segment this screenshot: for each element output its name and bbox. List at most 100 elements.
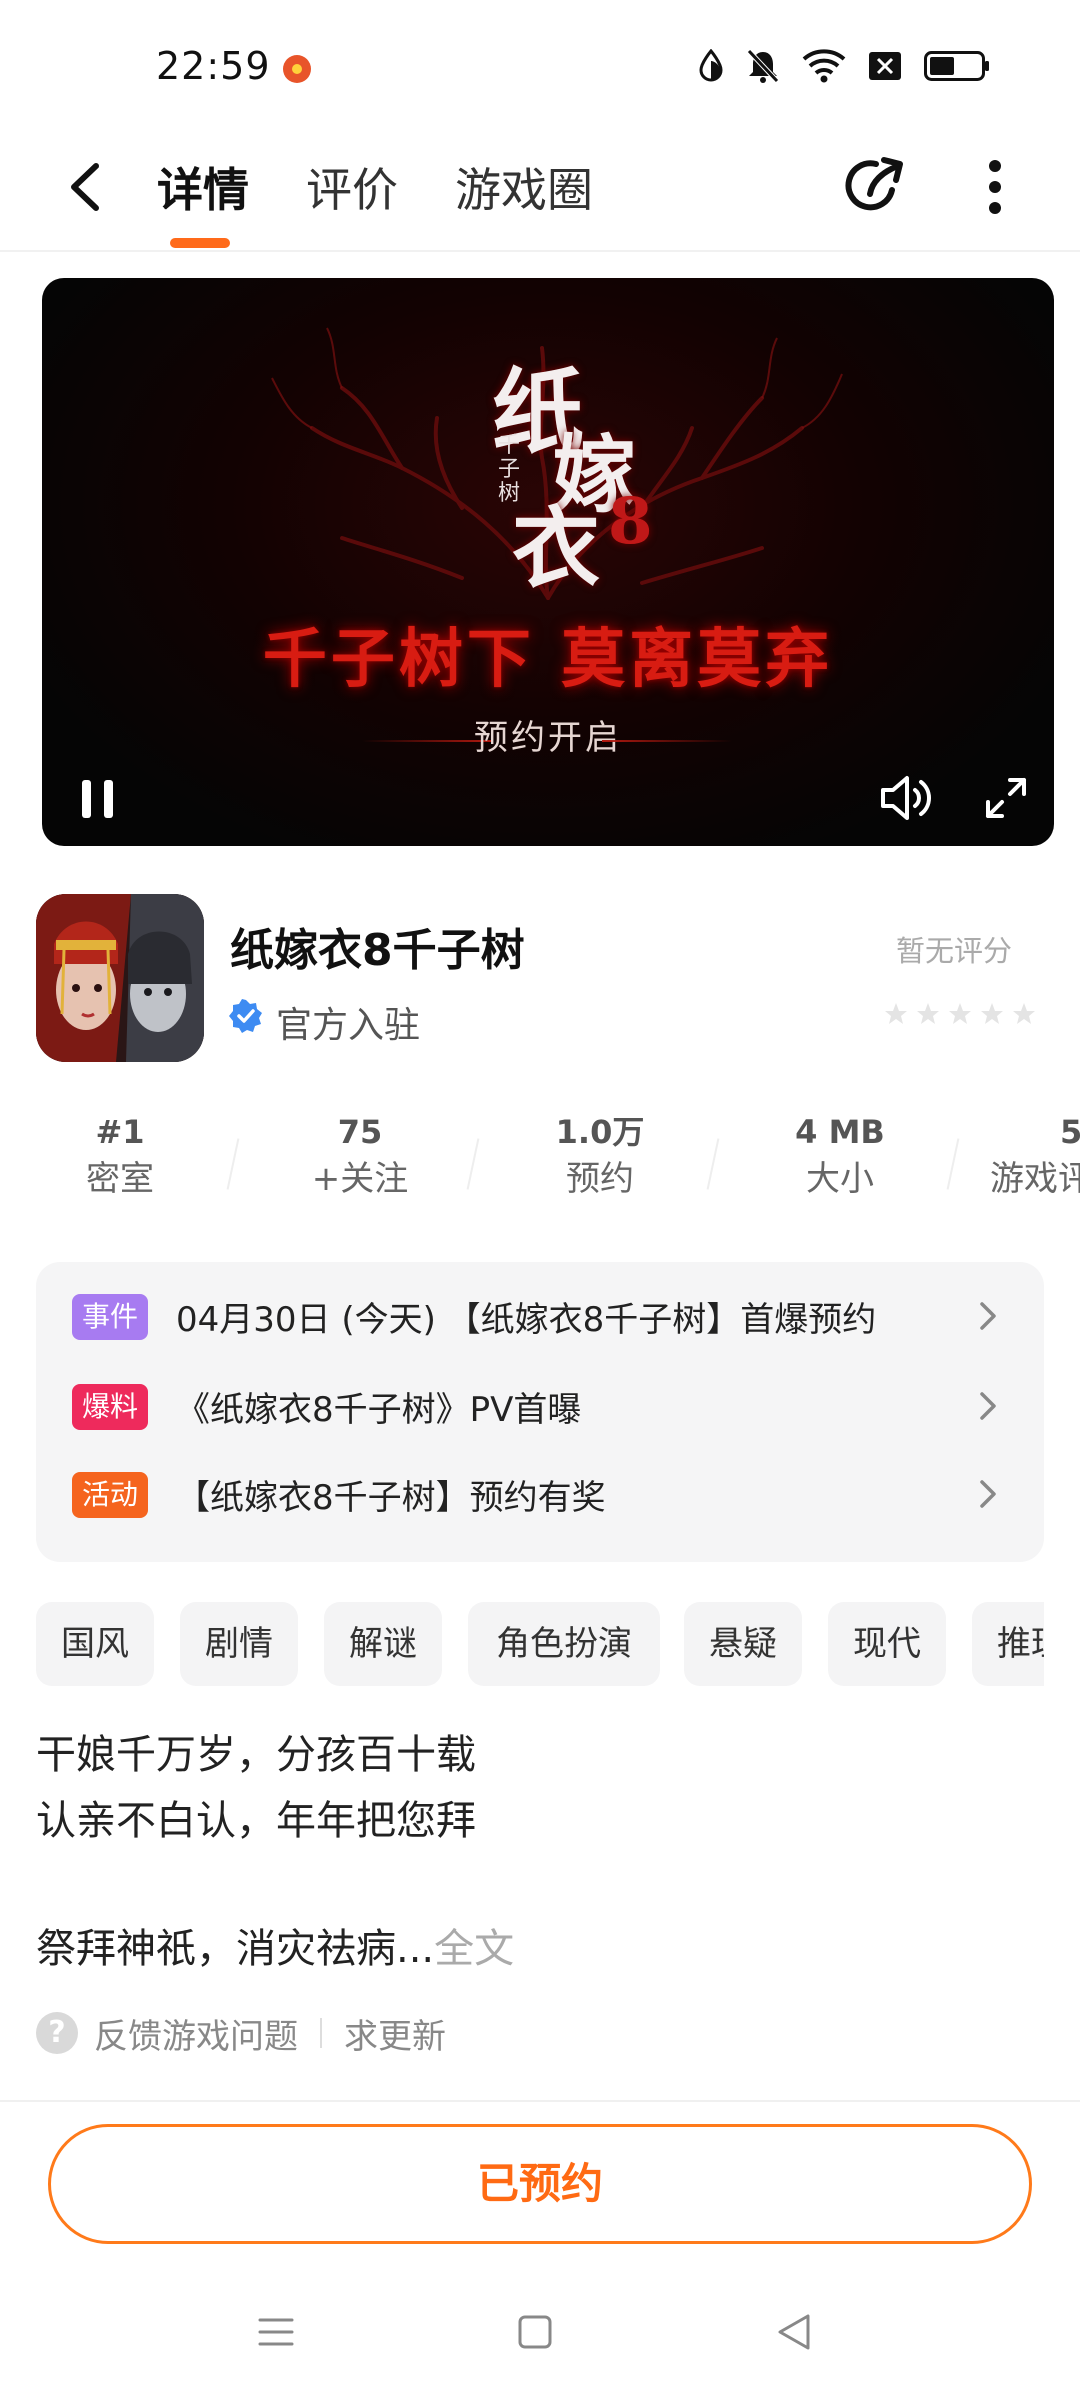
news-tag-event: 事件: [72, 1294, 149, 1340]
mute-icon: [747, 49, 779, 83]
volume-icon[interactable]: [877, 772, 933, 824]
stat-divider: [946, 1138, 960, 1190]
feedback-row: ? 反馈游戏问题 求更新: [36, 2006, 446, 2060]
battery-icon: [924, 51, 989, 81]
feedback-divider: [320, 2018, 322, 2048]
status-bar: 22:59: [0, 0, 1080, 130]
tab-details[interactable]: 详情: [157, 154, 249, 220]
stat-game-reviews[interactable]: 5 游戏评: [980, 1110, 1080, 1204]
news-text: 《纸嫁衣8千子树》PV首曝: [176, 1390, 582, 1430]
chevron-right-icon: [980, 1392, 996, 1420]
news-text: 【纸嫁衣8千子树】预约有奖: [176, 1478, 606, 1518]
stat-divider: [226, 1138, 240, 1190]
stats-row: #1 密室 75 +关注 1.0万 预约 4 MB 大小 5 游戏评: [0, 1110, 1080, 1220]
news-card: 事件 04月30日 (今天) 【纸嫁衣8千子树】首爆预约 爆料 《纸嫁衣8千子树…: [36, 1262, 1044, 1562]
game-icon-art: [36, 894, 204, 1062]
rating-text: 暂无评分: [896, 934, 1013, 968]
news-text: 04月30日 (今天) 【纸嫁衣8千子树】首爆预约: [176, 1300, 877, 1340]
news-tag-activity: 活动: [72, 1472, 149, 1518]
tag-chip[interactable]: 解谜: [324, 1602, 442, 1686]
stat-reservations-label: 预约: [566, 1159, 634, 1199]
request-update-link[interactable]: 求更新: [344, 2009, 446, 2058]
stat-rank-value: #1: [95, 1113, 145, 1151]
chevron-right-icon: [980, 1480, 996, 1508]
stat-rank-label: 密室: [86, 1159, 154, 1199]
report-issue-link[interactable]: 反馈游戏问题: [94, 2009, 298, 2058]
game-description: 干娘千万岁，分孩百十载 认亲不白认，年年把您拜 祭拜神祇，消灾祛病...全文: [36, 1722, 1036, 1982]
fullscreen-icon[interactable]: [982, 774, 1030, 822]
tag-chip[interactable]: 悬疑: [684, 1602, 802, 1686]
stat-reservations-value: 1.0万: [555, 1113, 645, 1151]
stat-size-label: 大小: [806, 1159, 874, 1199]
star-icon: [949, 1003, 971, 1024]
stat-follow-value: 75: [337, 1113, 383, 1151]
data-saver-icon: [699, 49, 723, 82]
stat-follow[interactable]: 75 +关注: [260, 1110, 460, 1204]
top-nav: 详情 评价 游戏圈: [0, 130, 1080, 252]
star-icon: [917, 1003, 939, 1024]
home-icon[interactable]: [517, 2312, 553, 2352]
game-title: 纸嫁衣8千子树: [230, 925, 525, 976]
official-label: 官方入驻: [276, 1005, 421, 1046]
tag-list: 国风 剧情 解谜 角色扮演 悬疑 现代 推理: [36, 1602, 1044, 1690]
stat-divider: [706, 1138, 720, 1190]
share-icon[interactable]: [840, 150, 912, 222]
description-line: 祭拜神祇，消灾祛病...: [36, 1926, 435, 1972]
description-line: 认亲不白认，年年把您拜: [36, 1798, 476, 1844]
description-line-last: 祭拜神祇，消灾祛病...全文: [36, 1916, 1036, 1982]
recent-apps-icon[interactable]: [256, 2312, 296, 2352]
tag-chip[interactable]: 现代: [828, 1602, 946, 1686]
stat-game-reviews-value: 5: [1060, 1113, 1080, 1151]
more-options-icon[interactable]: [975, 152, 1015, 222]
question-icon: ?: [36, 2012, 78, 2054]
tag-chip[interactable]: 角色扮演: [468, 1602, 660, 1686]
verified-badge-icon: [229, 999, 262, 1033]
logo-subtitle: 千子树: [498, 433, 521, 506]
game-logo-art: 纸 嫁 衣 8 千子树: [472, 338, 672, 600]
status-time: 22:59: [156, 44, 271, 88]
stat-reservations: 1.0万 预约: [500, 1110, 700, 1204]
tag-chip[interactable]: 国风: [36, 1602, 154, 1686]
news-item[interactable]: 爆料 《纸嫁衣8千子树》PV首曝: [36, 1360, 1044, 1448]
stat-game-reviews-label: 游戏评: [990, 1159, 1080, 1199]
stat-size-value: 4 MB: [795, 1113, 885, 1151]
tab-game-circle[interactable]: 游戏圈: [455, 154, 593, 220]
sim-off-icon: [869, 52, 901, 80]
stat-divider: [466, 1138, 480, 1190]
wifi-icon: [802, 49, 846, 83]
rating-stars: [884, 1002, 1036, 1026]
tag-chip[interactable]: 推理: [972, 1602, 1044, 1686]
tab-reviews[interactable]: 评价: [306, 154, 398, 220]
stat-rank[interactable]: #1 密室: [20, 1110, 220, 1204]
star-icon: [981, 1003, 1003, 1024]
chevron-right-icon: [980, 1302, 996, 1330]
status-icons: [698, 46, 990, 86]
bottom-divider: [0, 2100, 1080, 2102]
news-item[interactable]: 活动 【纸嫁衣8千子树】预约有奖: [36, 1448, 1044, 1536]
expand-full-text-link[interactable]: 全文: [434, 1926, 514, 1972]
description-line: 干娘千万岁，分孩百十载: [36, 1732, 476, 1778]
pause-icon[interactable]: [78, 776, 118, 822]
video-slogan: 千子树下 莫离莫弃: [262, 622, 834, 697]
active-tab-indicator: [170, 238, 230, 248]
stat-follow-label: +关注: [311, 1159, 409, 1199]
news-item[interactable]: 事件 04月30日 (今天) 【纸嫁衣8千子树】首爆预约: [36, 1270, 1044, 1358]
notification-app-icon: [283, 55, 311, 83]
back-arrow-icon[interactable]: [52, 152, 122, 222]
slogan-line-right: [602, 740, 732, 742]
star-icon: [1013, 1003, 1035, 1024]
star-icon: [885, 1003, 907, 1024]
stat-size: 4 MB 大小: [740, 1110, 940, 1204]
video-subtitle: 预约开启: [474, 718, 622, 758]
reserved-button[interactable]: 已预约: [48, 2124, 1032, 2244]
logo-char-3: 衣: [512, 496, 601, 600]
game-detail-page: 22:59 详情 评价 游戏圈 纸 嫁 衣 8 千子树 千子树下 莫离莫弃 预约…: [0, 0, 1080, 2400]
trailer-video[interactable]: 纸 嫁 衣 8 千子树 千子树下 莫离莫弃 预约开启: [42, 278, 1054, 846]
game-app-icon[interactable]: [36, 894, 204, 1062]
description-gap: [36, 1854, 1036, 1916]
tag-chip[interactable]: 剧情: [180, 1602, 298, 1686]
system-nav-bar: [0, 2270, 1080, 2400]
back-triangle-icon[interactable]: [774, 2312, 814, 2352]
news-tag-leak: 爆料: [72, 1384, 149, 1430]
logo-number: 8: [608, 484, 653, 559]
